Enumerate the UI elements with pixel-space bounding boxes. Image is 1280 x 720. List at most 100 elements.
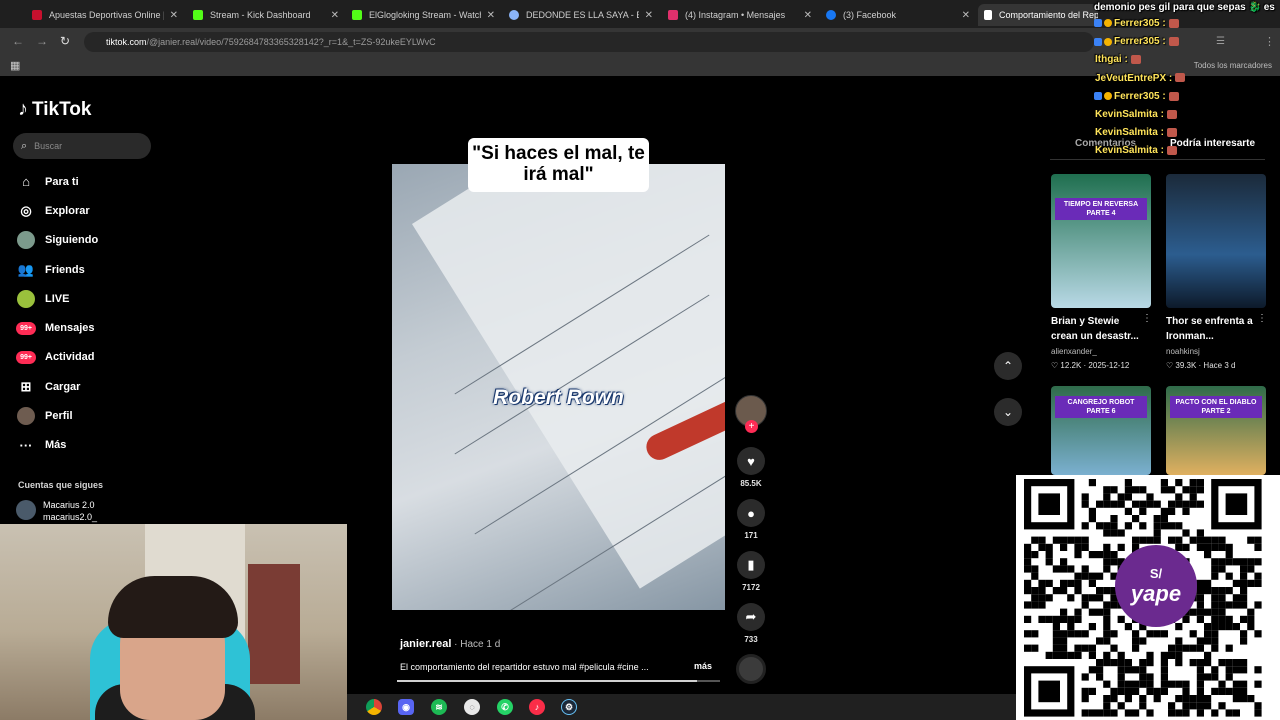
more-options-icon[interactable]: ⋮ bbox=[1142, 313, 1152, 324]
sidebar-item-para-ti[interactable]: ⌂ Para ti bbox=[16, 167, 98, 196]
like-action[interactable]: ♥ 85.5K bbox=[737, 447, 765, 488]
qr-module bbox=[1103, 680, 1111, 688]
more-options-icon[interactable]: ⋮ bbox=[1257, 313, 1267, 324]
close-icon[interactable]: ✕ bbox=[487, 10, 495, 21]
recommended-likes: 12.2K bbox=[1060, 361, 1082, 370]
browser-tab[interactable]: DEDONDE ES LLA SAYA - Buscar con Google … bbox=[503, 4, 659, 26]
sidebar-item-actividad[interactable]: 99+ Actividad bbox=[16, 343, 98, 372]
close-icon[interactable]: ✕ bbox=[331, 10, 339, 21]
chevron-up-icon[interactable]: ⌃ bbox=[994, 352, 1022, 380]
chat-username: KevinSalmita : bbox=[1095, 127, 1164, 139]
bookmark-icon[interactable]: ▮ bbox=[737, 551, 765, 579]
search-input[interactable]: ⌕ Buscar bbox=[13, 133, 151, 159]
browser-tab[interactable]: Apuestas Deportivas Online | Apuestas ✕ bbox=[26, 4, 184, 26]
browser-tab[interactable]: Stream - Kick Dashboard ✕ bbox=[187, 4, 345, 26]
close-icon[interactable]: ✕ bbox=[804, 10, 812, 21]
browser-tab[interactable]: ElGlogloking Stream - Watch Live ✕ bbox=[346, 4, 501, 26]
qr-module bbox=[1211, 687, 1219, 695]
close-icon[interactable]: ✕ bbox=[645, 10, 653, 21]
qr-module bbox=[1196, 615, 1204, 623]
save-action[interactable]: ▮ 7172 bbox=[737, 551, 765, 592]
all-bookmarks-link[interactable]: Todos los marcadores bbox=[1194, 61, 1272, 70]
qr-module bbox=[1067, 579, 1075, 587]
qr-module bbox=[1088, 608, 1096, 616]
url-field[interactable]: tiktok.com/@janier.real/video/7592684783… bbox=[84, 32, 1094, 52]
chat-username: Ithgai : bbox=[1095, 54, 1128, 66]
browser-tab-active[interactable]: Comportamiento del Repartidor bbox=[978, 4, 1098, 26]
sidebar-item-live[interactable]: LIVE bbox=[16, 284, 98, 313]
more-link[interactable]: más bbox=[694, 661, 712, 671]
discord-icon[interactable]: ◉ bbox=[398, 699, 414, 715]
obs-icon[interactable]: ◌ bbox=[464, 699, 480, 715]
qr-module bbox=[1160, 522, 1168, 530]
recommended-thumbnail[interactable] bbox=[1166, 174, 1266, 308]
reload-icon[interactable]: ↻ bbox=[60, 34, 70, 48]
qr-module bbox=[1254, 536, 1262, 544]
video-author[interactable]: janier.real bbox=[400, 638, 451, 650]
browser-tab[interactable]: (3) Facebook ✕ bbox=[820, 4, 976, 26]
qr-module bbox=[1211, 536, 1219, 544]
share-action[interactable]: ➦ 733 bbox=[737, 603, 765, 644]
qr-module bbox=[1175, 493, 1183, 501]
follow-plus-icon[interactable]: + bbox=[745, 420, 758, 433]
recommended-thumbnail[interactable]: CANGREJO ROBOT PARTE 6 bbox=[1051, 386, 1151, 475]
recommended-user[interactable]: noahkinsj bbox=[1166, 347, 1200, 356]
sidebar-item-siguiendo[interactable]: Siguiendo bbox=[16, 226, 98, 255]
qr-module bbox=[1211, 623, 1219, 631]
browser-tab[interactable]: (4) Instagram • Mensajes ✕ bbox=[662, 4, 818, 26]
avatar[interactable] bbox=[16, 500, 36, 520]
music-icon[interactable]: ♪ bbox=[529, 699, 545, 715]
sidebar-item-cargar[interactable]: ⊞ Cargar bbox=[16, 372, 98, 401]
sidebar-item-explorar[interactable]: ◎ Explorar bbox=[16, 196, 98, 225]
qr-module bbox=[1060, 536, 1068, 544]
recommended-title[interactable]: Brian y Stewie crean un desastr... bbox=[1051, 314, 1146, 344]
chrome-icon[interactable] bbox=[366, 699, 382, 715]
comment-icon[interactable]: ● bbox=[737, 499, 765, 527]
qr-module bbox=[1196, 536, 1204, 544]
sidebar-item-friends[interactable]: 👥 Friends bbox=[16, 255, 98, 284]
comment-action[interactable]: ● 171 bbox=[737, 499, 765, 540]
recommended-thumbnail[interactable]: PACTO CON EL DIABLO PARTE 2 bbox=[1166, 386, 1266, 475]
whatsapp-icon[interactable]: ✆ bbox=[497, 699, 513, 715]
qr-module bbox=[1103, 558, 1111, 566]
qr-module bbox=[1146, 630, 1154, 638]
qr-module bbox=[1254, 558, 1262, 566]
chevron-down-icon[interactable]: ⌄ bbox=[994, 398, 1022, 426]
close-icon[interactable]: ✕ bbox=[962, 10, 970, 21]
share-icon[interactable]: ➦ bbox=[737, 603, 765, 631]
forward-icon[interactable]: → bbox=[36, 34, 48, 48]
qr-module bbox=[1196, 666, 1204, 674]
music-disc-icon[interactable] bbox=[736, 654, 766, 684]
qr-module bbox=[1240, 680, 1248, 688]
tab-title: DEDONDE ES LLA SAYA - Buscar con Google bbox=[526, 10, 639, 20]
sidebar-item-mensajes[interactable]: 99+ Mensajes bbox=[16, 313, 98, 342]
recommended-user[interactable]: alienxander_ bbox=[1051, 347, 1097, 356]
close-icon[interactable]: ✕ bbox=[170, 10, 178, 21]
tiktok-logo[interactable]: ♪ TikTok bbox=[18, 98, 91, 121]
extensions-icon[interactable]: ☰ bbox=[1216, 36, 1225, 47]
qr-module bbox=[1096, 587, 1104, 595]
steam-icon[interactable]: ⚙ bbox=[561, 699, 577, 715]
back-icon[interactable]: ← bbox=[12, 34, 24, 48]
video-progress-bar[interactable] bbox=[397, 680, 720, 682]
qr-module bbox=[1189, 702, 1197, 710]
apps-grid-icon[interactable]: ▦ bbox=[10, 59, 20, 72]
qr-module bbox=[1110, 695, 1118, 703]
chat-badge-icon bbox=[1094, 19, 1102, 28]
menu-icon[interactable]: ⋮ bbox=[1264, 35, 1275, 48]
sidebar-item-perfil[interactable]: Perfil bbox=[16, 401, 98, 430]
qr-module bbox=[1211, 673, 1219, 681]
qr-module bbox=[1117, 687, 1125, 695]
sidebar-item-mas[interactable]: ··· Más bbox=[16, 431, 98, 460]
recommended-title[interactable]: Thor se enfrenta a Ironman... bbox=[1166, 314, 1261, 344]
tab-title: Comportamiento del Repartidor bbox=[999, 10, 1098, 20]
tab-podria-interesarte[interactable]: Podría interesarte bbox=[1170, 138, 1255, 149]
qr-module bbox=[1132, 644, 1140, 652]
spotify-icon[interactable]: ≋ bbox=[431, 699, 447, 715]
following-account[interactable]: Macarius 2.0 macarius2.0_ bbox=[43, 499, 97, 523]
qr-module bbox=[1182, 486, 1190, 494]
qr-module bbox=[1038, 594, 1046, 602]
qr-module bbox=[1196, 673, 1204, 681]
heart-icon[interactable]: ♥ bbox=[737, 447, 765, 475]
recommended-thumbnail[interactable]: TIEMPO EN REVERSA PARTE 4 bbox=[1051, 174, 1151, 308]
